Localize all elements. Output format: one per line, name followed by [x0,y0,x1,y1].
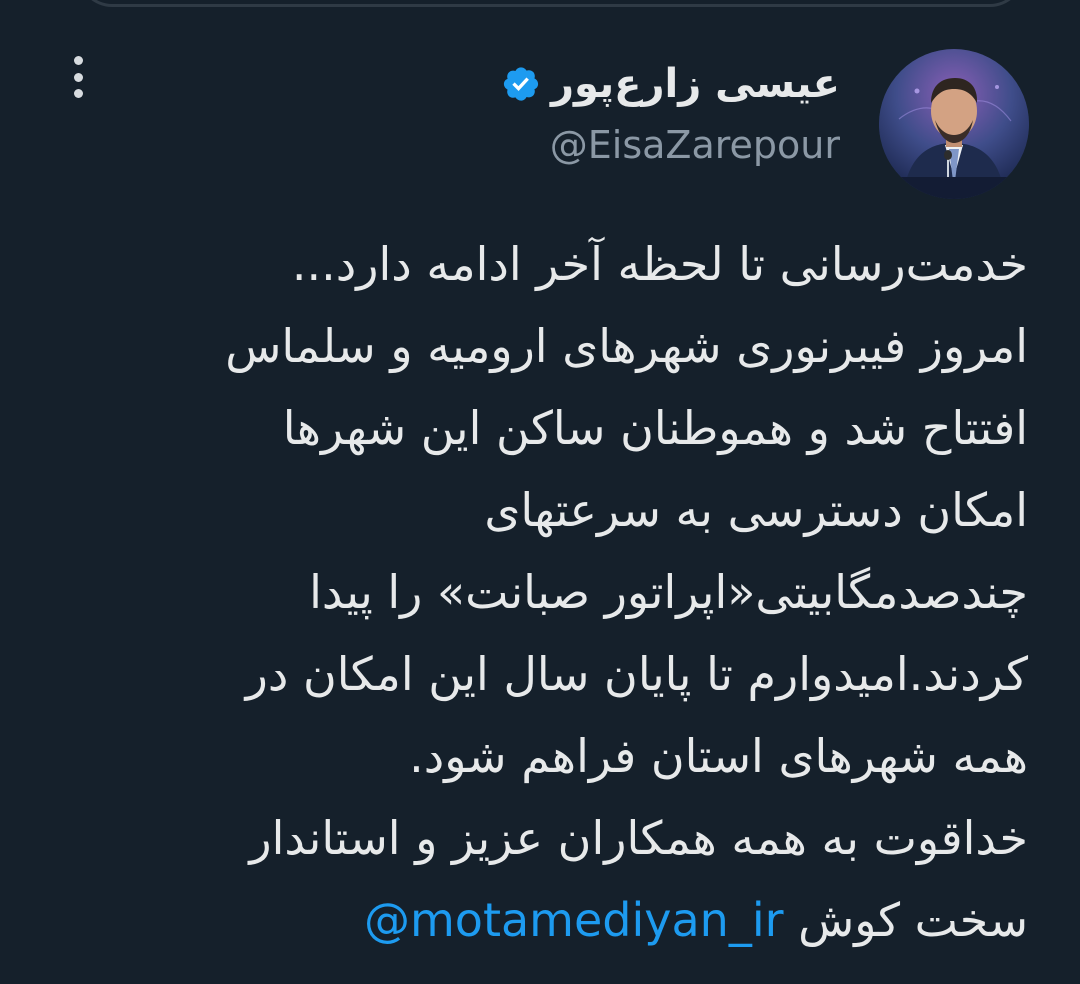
tweet-text: خدمت‌رسانی تا لحظه آخر ادامه دارد... امر… [98,223,1028,961]
tweet-text-last-line: سخت کوش @motamediyan_ir [98,879,1028,961]
verified-badge-icon [503,67,539,101]
author-handle[interactable]: @EisaZarepour [550,122,840,168]
more-options-button[interactable] [58,52,98,102]
avatar[interactable] [879,49,1029,199]
mention-link[interactable]: @motamediyan_ir [364,893,784,947]
tweet-text-line: افتتاح شد و هموطنان ساکن این شهرها [282,401,1028,455]
tweet-text-line: همه شهرهای استان فراهم شود. [409,729,1028,783]
tweet-text-line: چندصدمگابیتی«اپراتور صبانت» را پیدا [309,565,1028,619]
author-display-name[interactable]: عیسی زارع‌پور [551,56,840,112]
more-vertical-icon [73,56,83,65]
tweet-text-line-fragment: سخت کوش [798,893,1028,947]
tweet-text-line: کردند.امیدوارم تا پایان سال این امکان در [245,647,1028,701]
profile-photo-icon [879,49,1029,199]
more-vertical-icon-dot [73,72,83,82]
tweet-text-line: خدمت‌رسانی تا لحظه آخر ادامه دارد... [291,237,1028,291]
tweet-text-line: خداقوت به همه همکاران عزیز و استاندار [249,811,1028,865]
tweet-screen: عیسی زارع‌پور @EisaZarepour خدمت‌رسانی ت… [0,0,1080,984]
more-vertical-icon-dot [73,89,83,98]
tweet-text-line: امکان دسترسی به سرعتهای [484,483,1028,537]
quoted-card-edge [78,0,1024,7]
author-row: عیسی زارع‌پور [501,56,840,112]
tweet-text-line: امروز فیبرنوری شهرهای ارومیه و سلماس [225,319,1028,373]
